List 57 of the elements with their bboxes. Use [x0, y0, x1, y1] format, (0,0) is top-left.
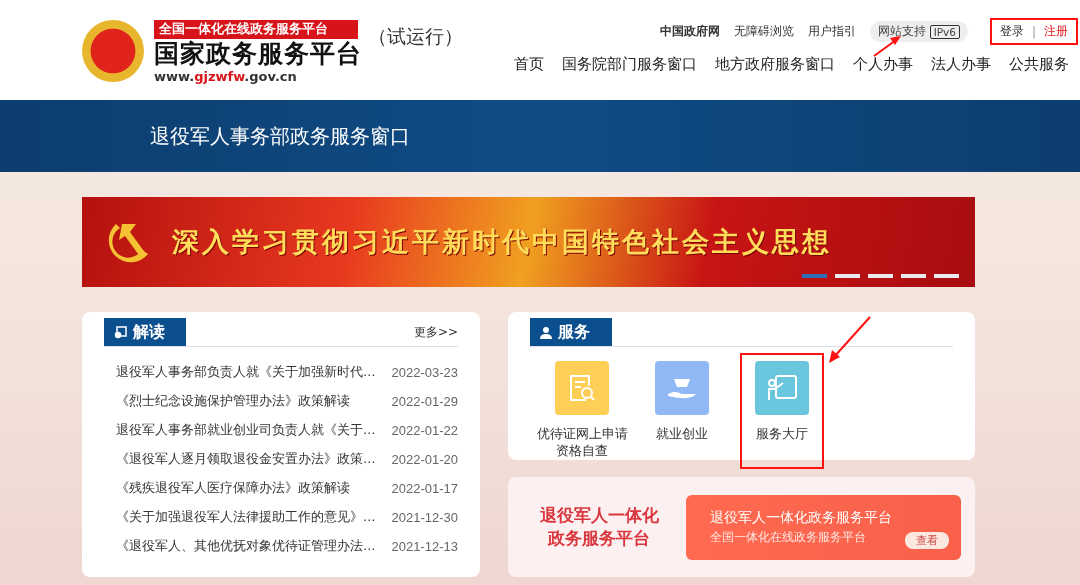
login-link[interactable]: 登录	[999, 23, 1024, 40]
news-title: 退役军人事务部负责人就《关于加强新时代…	[116, 364, 376, 381]
nav-link[interactable]: 个人办事	[844, 55, 922, 74]
site-url: www.gjzwfw.gov.cn	[154, 69, 298, 84]
logo-tagline: 全国一体化在线政务服务平台	[154, 20, 358, 39]
news-title: 《关于加强退役军人法律援助工作的意见》…	[116, 509, 376, 526]
service-label: 优待证网上申请资格自查	[536, 425, 628, 459]
promo-title: 退役军人一体化政务服务平台	[710, 509, 893, 527]
nav-link[interactable]: 国务院部门服务窗口	[553, 55, 706, 74]
news-section-title: 解读	[133, 321, 165, 343]
news-title: 《烈士纪念设施保护管理办法》政策解读	[116, 393, 350, 410]
news-item[interactable]: 退役军人事务部负责人就《关于加强新时代… 2022-03-23	[116, 363, 458, 382]
service-label: 服务大厅	[755, 425, 809, 442]
teacher-board-icon	[766, 374, 798, 402]
news-item[interactable]: 《退役军人、其他优抚对象优待证管理办法… 2021-12-13	[116, 537, 458, 556]
news-date: 2022-03-23	[391, 365, 458, 380]
news-date: 2022-01-17	[391, 481, 458, 496]
nav-link[interactable]: 法人办事	[922, 55, 1000, 74]
service-item[interactable]: 就业创业	[640, 353, 724, 469]
news-date: 2022-01-20	[391, 452, 458, 467]
top-link[interactable]: 用户指引	[807, 23, 856, 40]
service-label: 就业创业	[655, 425, 709, 442]
news-date: 2022-01-29	[391, 394, 458, 409]
register-link[interactable]: 注册	[1044, 23, 1068, 40]
reader-icon	[114, 325, 127, 339]
trial-label: （试运行）	[368, 24, 463, 49]
news-title: 《退役军人、其他优抚对象优待证管理办法…	[116, 538, 376, 555]
news-item[interactable]: 《关于加强退役军人法律援助工作的意见》… 2021-12-30	[116, 508, 458, 527]
nav-link[interactable]: 首页	[505, 55, 553, 74]
more-link[interactable]: 更多>>	[413, 323, 458, 341]
news-date: 2022-01-22	[391, 423, 458, 438]
site-name: 国家政务服务平台	[154, 39, 362, 69]
news-title: 退役军人事务部就业创业司负责人就《关于…	[116, 422, 376, 439]
page-title: 退役军人事务部政务服务窗口	[150, 122, 410, 150]
nav-link[interactable]: 地方政府服务窗口	[706, 55, 844, 74]
news-title: 《退役军人逐月领取退役金安置办法》政策…	[116, 451, 376, 468]
news-date: 2021-12-30	[391, 510, 458, 525]
document-search-icon	[568, 373, 596, 403]
news-item[interactable]: 退役军人事务部就业创业司负责人就《关于… 2022-01-22	[116, 421, 458, 440]
news-item[interactable]: 《残疾退役军人医疗保障办法》政策解读 2022-01-17	[116, 479, 458, 498]
annotation-arrow	[826, 315, 872, 365]
top-link[interactable]: 中国政府网	[659, 23, 720, 40]
news-date: 2021-12-13	[391, 539, 458, 554]
services-section-title: 服务	[558, 321, 590, 343]
separator: |	[1031, 24, 1036, 39]
person-icon	[540, 325, 552, 339]
promo-heading: 退役军人一体化政务服务平台	[538, 504, 660, 550]
nav-link[interactable]: 公共服务	[1000, 55, 1078, 74]
top-link[interactable]: 无障碍浏览	[733, 23, 794, 40]
news-title: 《残疾退役军人医疗保障办法》政策解读	[116, 480, 350, 497]
banner-slogan: 深入学习贯彻习近平新时代中国特色社会主义思想	[172, 225, 832, 259]
view-button[interactable]: 查看	[905, 531, 949, 549]
promo-subtitle: 全国一体化在线政务服务平台	[710, 530, 866, 545]
news-item[interactable]: 《退役军人逐月领取退役金安置办法》政策… 2022-01-20	[116, 450, 458, 469]
service-item[interactable]: 服务大厅	[740, 353, 824, 469]
news-item[interactable]: 《烈士纪念设施保护管理办法》政策解读 2022-01-29	[116, 392, 458, 411]
ipv6-support-link[interactable]: 网站支持 IPv6	[869, 21, 968, 42]
